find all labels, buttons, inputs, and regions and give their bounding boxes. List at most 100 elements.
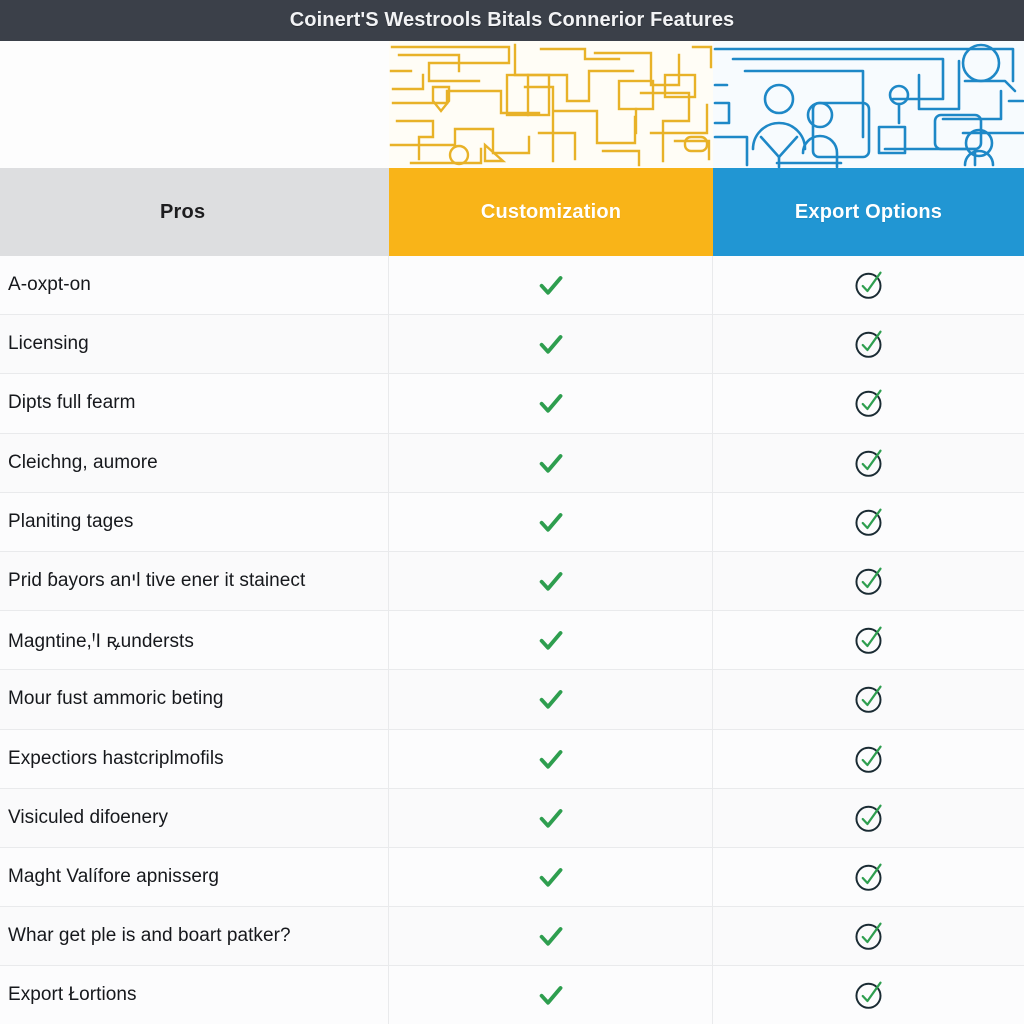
table-row[interactable]: Expectiors hastcriplmofils bbox=[0, 729, 1024, 789]
banner-export-art bbox=[713, 41, 1024, 168]
row-label: A-oxpt-on bbox=[8, 274, 91, 296]
row-customization-cell[interactable] bbox=[389, 907, 713, 966]
table-row[interactable]: Planiting tages bbox=[0, 492, 1024, 552]
row-customization-cell[interactable] bbox=[389, 966, 713, 1024]
row-customization-cell[interactable] bbox=[389, 729, 713, 788]
features-table: Pros Customization Export Options A-oxpt… bbox=[0, 168, 1024, 1024]
people-network-pattern-icon bbox=[713, 43, 1024, 168]
row-label-cell: Prid ɓayors anיl tive ener it stainect bbox=[0, 551, 389, 611]
check-icon bbox=[539, 453, 562, 473]
table-row[interactable]: Dipts full fearm bbox=[0, 374, 1024, 434]
row-export-cell[interactable] bbox=[713, 611, 1024, 669]
row-label: Cleichng, aumore bbox=[8, 451, 158, 473]
row-customization-cell[interactable] bbox=[389, 670, 713, 729]
row-label-cell: Export Łortions bbox=[0, 966, 389, 1024]
column-header-customization[interactable]: Customization bbox=[389, 168, 713, 256]
banner-blank-cell bbox=[0, 41, 389, 168]
check-circle-icon bbox=[854, 745, 882, 773]
table-row[interactable]: Licensing bbox=[0, 315, 1024, 375]
row-label: Licensing bbox=[8, 333, 89, 355]
check-circle-icon bbox=[854, 626, 882, 655]
window-titlebar: Coinert'S Westrools Bitals Connerior Fea… bbox=[0, 0, 1024, 41]
row-customization-cell[interactable] bbox=[389, 492, 713, 551]
banner-strip bbox=[0, 41, 1024, 168]
check-circle-icon bbox=[854, 508, 882, 536]
check-circle-icon bbox=[854, 804, 882, 832]
check-icon bbox=[539, 394, 562, 414]
row-export-cell[interactable] bbox=[713, 315, 1024, 373]
row-label-cell: Whar get ple is and boart patker? bbox=[0, 907, 389, 966]
row-export-cell[interactable] bbox=[713, 730, 1024, 788]
row-customization-cell[interactable] bbox=[389, 433, 713, 492]
row-label: Planiting tages bbox=[8, 510, 134, 532]
check-icon bbox=[539, 512, 562, 532]
table-row[interactable]: Prid ɓayors anיl tive ener it stainect bbox=[0, 551, 1024, 612]
row-label: Visiculed difoenery bbox=[8, 806, 169, 828]
row-customization-cell[interactable] bbox=[389, 788, 713, 847]
row-label-cell: Maght Valífore apnisserg bbox=[0, 847, 389, 907]
table-row[interactable]: A-oxpt-on bbox=[0, 256, 1024, 316]
banner-customization-art bbox=[389, 41, 713, 168]
table-row[interactable]: Mour fust ammoric beting bbox=[0, 670, 1024, 730]
column-header-customization-label: Customization bbox=[480, 200, 622, 223]
table-body: A-oxpt-on Licensing Dipts full fearm Cleich… bbox=[0, 256, 1024, 1024]
row-label-cell: Mour fust ammoric beting bbox=[0, 670, 389, 729]
row-export-cell[interactable] bbox=[713, 374, 1024, 432]
row-label-cell: Planiting tages bbox=[0, 492, 389, 551]
check-icon bbox=[539, 749, 562, 769]
row-customization-cell[interactable] bbox=[389, 611, 713, 670]
row-export-cell[interactable] bbox=[713, 256, 1024, 314]
row-label: Export Łortions bbox=[8, 984, 137, 1006]
table-row[interactable]: Magntine,ꞋI ꝶundersts bbox=[0, 611, 1024, 671]
column-header-pros-label: Pros bbox=[160, 200, 206, 223]
column-header-export-options[interactable]: Export Options bbox=[713, 168, 1024, 256]
check-icon bbox=[539, 276, 562, 295]
row-label-cell: Magntine,ꞋI ꝶundersts bbox=[0, 611, 389, 670]
row-customization-cell[interactable] bbox=[389, 551, 713, 611]
row-export-cell[interactable] bbox=[713, 848, 1024, 906]
check-circle-icon bbox=[854, 449, 882, 477]
check-icon bbox=[539, 808, 562, 828]
row-export-cell[interactable] bbox=[713, 966, 1024, 1024]
row-label: Maght Valífore apnisserg bbox=[8, 865, 220, 887]
row-label-cell: Cleichng, aumore bbox=[0, 433, 389, 492]
row-label-cell: Dipts full fearm bbox=[0, 374, 389, 433]
row-export-cell[interactable] bbox=[713, 670, 1024, 728]
page-title: Coinert'S Westrools Bitals Connerior Fea… bbox=[289, 9, 735, 31]
row-customization-cell[interactable] bbox=[389, 847, 713, 907]
comparison-table-page: Coinert'S Westrools Bitals Connerior Fea… bbox=[0, 0, 1024, 1024]
table-row[interactable]: Export Łortions bbox=[0, 966, 1024, 1024]
row-export-cell[interactable] bbox=[713, 493, 1024, 551]
row-label-cell: Expectiors hastcriplmofils bbox=[0, 729, 389, 788]
table-row[interactable]: Whar get ple is and boart patker? bbox=[0, 907, 1024, 967]
row-customization-cell[interactable] bbox=[389, 315, 713, 374]
check-circle-icon bbox=[854, 330, 882, 359]
check-circle-icon bbox=[854, 567, 882, 595]
check-circle-icon bbox=[854, 271, 882, 299]
row-export-cell[interactable] bbox=[713, 789, 1024, 847]
row-export-cell[interactable] bbox=[713, 907, 1024, 965]
row-label: Magntine,ꞋI ꝶundersts bbox=[8, 631, 194, 653]
check-icon bbox=[539, 690, 562, 710]
row-export-cell[interactable] bbox=[713, 434, 1024, 492]
row-label-cell: Licensing bbox=[0, 315, 389, 374]
row-label-cell: A-oxpt-on bbox=[0, 256, 389, 315]
check-icon bbox=[539, 631, 562, 650]
check-icon bbox=[539, 868, 562, 887]
check-icon bbox=[539, 335, 562, 354]
table-row[interactable]: Cleichng, aumore bbox=[0, 433, 1024, 493]
column-header-pros[interactable]: Pros bbox=[0, 168, 389, 256]
table-row[interactable]: Maght Valífore apnisserg bbox=[0, 847, 1024, 908]
table-row[interactable]: Visiculed difoenery bbox=[0, 788, 1024, 848]
check-circle-icon bbox=[854, 922, 882, 950]
row-customization-cell[interactable] bbox=[389, 256, 713, 315]
check-icon bbox=[539, 572, 562, 591]
table-header-row: Pros Customization Export Options bbox=[0, 168, 1024, 256]
row-label: Prid ɓayors anיl tive ener it stainect bbox=[8, 570, 306, 592]
row-export-cell[interactable] bbox=[713, 552, 1024, 610]
row-customization-cell[interactable] bbox=[389, 374, 713, 433]
check-circle-icon bbox=[854, 390, 882, 418]
row-label-cell: Visiculed difoenery bbox=[0, 788, 389, 847]
row-label: Expectiors hastcriplmofils bbox=[8, 747, 224, 769]
check-circle-icon bbox=[854, 981, 882, 1010]
